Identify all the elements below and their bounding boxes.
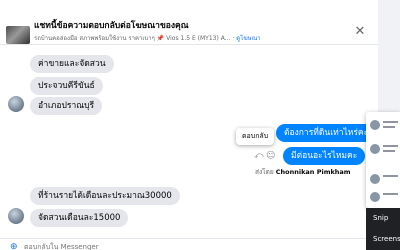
side-popup [366, 112, 400, 208]
close-icon[interactable]: ✕ [352, 24, 368, 40]
popup-avatar [370, 192, 380, 202]
ad-thumbnail[interactable] [6, 26, 30, 44]
contact-avatar[interactable] [8, 96, 24, 112]
sender-name: Chonnikan Pimkham [275, 168, 351, 176]
popup-text-line [383, 121, 398, 123]
header-subtitle: รถบ้านคอล่องมือ สภาพพร้อมใช้งาน ราคาเบาๆ… [34, 35, 261, 42]
plus-icon[interactable]: ⊕ [10, 242, 18, 250]
message-bubble: จัดสวนเดือนละ15000 [30, 209, 129, 227]
chat-window: แชทนี้ข้อความตอบกลับต่อโฆษณาของคุณ รถบ้า… [0, 0, 378, 250]
chat-header: แชทนี้ข้อความตอบกลับต่อโฆษณาของคุณ รถบ้า… [0, 0, 378, 45]
message-bubble: ค่าขายและจัดสวน [30, 55, 114, 73]
reply-input[interactable] [24, 242, 364, 250]
popup-text-line [383, 175, 398, 177]
screens-label: Screens [373, 235, 400, 243]
subtitle-car: Vios 1.5 E (MY13) A... [166, 35, 231, 42]
subtitle-text: รถบ้านคอล่องมือ สภาพพร้อมใช้งาน ราคาเบาๆ [34, 35, 155, 42]
reply-icon[interactable]: ⤺ [254, 151, 264, 161]
popup-avatar [370, 144, 380, 154]
popup-text-line [383, 150, 395, 152]
popup-avatar [370, 120, 380, 130]
message-bubble-sent: ต้องการที่ดินเท่าไหร่คะ [276, 124, 377, 142]
popup-avatar [370, 174, 380, 184]
sent-by-label: ส่งโดย Chonnikan Pimkham [255, 167, 351, 177]
popup-text-line [383, 145, 398, 147]
dark-notification-panel: Snip Screens [366, 208, 400, 250]
message-bubble-sent: มีต่อนอะไรไหมคะ [283, 147, 366, 165]
message-bubble: ประจวบคีรีขันธ์ [30, 77, 103, 95]
message-bubble: อำเภอปราณบุรี [30, 97, 103, 115]
contact-avatar[interactable] [8, 208, 24, 224]
reply-tooltip: ตอบกลับ [236, 128, 275, 145]
view-ad-link[interactable]: ดูโฆษณา [236, 35, 260, 42]
sent-by-prefix: ส่งโดย [255, 168, 274, 176]
header-title: แชทนี้ข้อความตอบกลับต่อโฆษณาของคุณ [34, 21, 189, 31]
popup-text-line [383, 193, 398, 195]
composer-bar: ⊕ [0, 238, 378, 250]
popup-text-line [383, 126, 395, 128]
snip-label: Snip [373, 214, 389, 222]
smile-icon[interactable]: ☺ [266, 151, 275, 161]
message-bubble: ที่ร้านรายได้เดือนละประมาณ30000 [30, 187, 180, 205]
pin-icon: 📌 [156, 35, 165, 42]
